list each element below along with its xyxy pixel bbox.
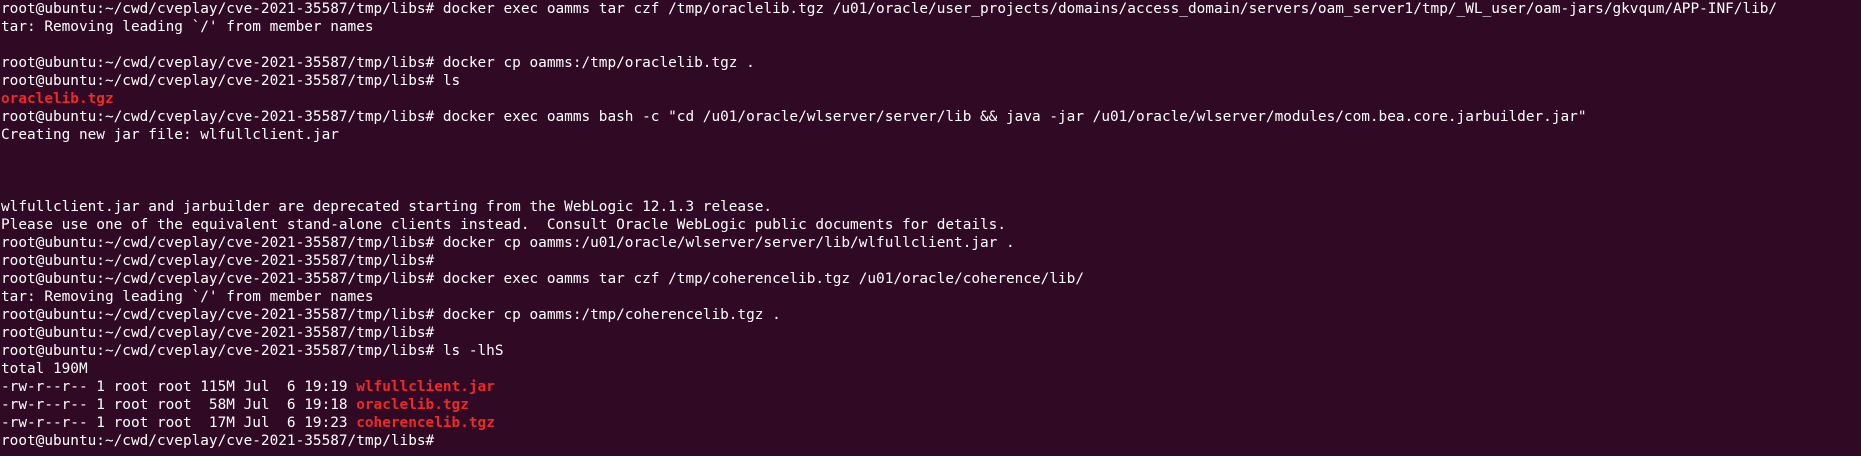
highlighted-filename: coherencelib.tgz: [356, 415, 495, 431]
terminal-text: Creating new jar file: wlfullclient.jar: [1, 127, 339, 143]
terminal-line: -rw-r--r-- 1 root root 58M Jul 6 19:18 o…: [1, 396, 1861, 414]
terminal-text: root@ubuntu:~/cwd/cveplay/cve-2021-35587…: [1, 325, 435, 341]
terminal-line: tar: Removing leading `/' from member na…: [1, 18, 1861, 36]
terminal-line: root@ubuntu:~/cwd/cveplay/cve-2021-35587…: [1, 306, 1861, 324]
terminal-line: root@ubuntu:~/cwd/cveplay/cve-2021-35587…: [1, 324, 1861, 342]
terminal-text: tar: Removing leading `/' from member na…: [1, 19, 374, 35]
terminal-line: -rw-r--r-- 1 root root 115M Jul 6 19:19 …: [1, 378, 1861, 396]
terminal-line: -rw-r--r-- 1 root root 17M Jul 6 19:23 c…: [1, 414, 1861, 432]
terminal-line: Please use one of the equivalent stand-a…: [1, 216, 1861, 234]
terminal-line: root@ubuntu:~/cwd/cveplay/cve-2021-35587…: [1, 54, 1861, 72]
highlighted-filename: wlfullclient.jar: [356, 379, 495, 395]
terminal-text: root@ubuntu:~/cwd/cveplay/cve-2021-35587…: [1, 55, 755, 71]
terminal-text: Please use one of the equivalent stand-a…: [1, 217, 1007, 233]
terminal-line: root@ubuntu:~/cwd/cveplay/cve-2021-35587…: [1, 72, 1861, 90]
terminal-text: root@ubuntu:~/cwd/cveplay/cve-2021-35587…: [1, 253, 435, 269]
terminal-text: root@ubuntu:~/cwd/cveplay/cve-2021-35587…: [1, 1, 1778, 17]
terminal-text: -rw-r--r-- 1 root root 115M Jul 6 19:19: [1, 379, 357, 395]
terminal-text: root@ubuntu:~/cwd/cveplay/cve-2021-35587…: [1, 271, 1084, 287]
terminal-text: root@ubuntu:~/cwd/cveplay/cve-2021-35587…: [1, 109, 1587, 125]
terminal-line: Creating new jar file: wlfullclient.jar: [1, 126, 1861, 144]
terminal-line: root@ubuntu:~/cwd/cveplay/cve-2021-35587…: [1, 270, 1861, 288]
terminal-text: root@ubuntu:~/cwd/cveplay/cve-2021-35587…: [1, 307, 781, 323]
terminal-text: wlfullclient.jar and jarbuilder are depr…: [1, 199, 773, 215]
terminal-line: root@ubuntu:~/cwd/cveplay/cve-2021-35587…: [1, 0, 1861, 18]
terminal-line: oraclelib.tgz: [1, 90, 1861, 108]
terminal-text: total 190M: [1, 361, 88, 377]
terminal-line: root@ubuntu:~/cwd/cveplay/cve-2021-35587…: [1, 108, 1861, 126]
terminal-line: root@ubuntu:~/cwd/cveplay/cve-2021-35587…: [1, 234, 1861, 252]
terminal-line: root@ubuntu:~/cwd/cveplay/cve-2021-35587…: [1, 342, 1861, 360]
highlighted-filename: oraclelib.tgz: [1, 91, 114, 107]
terminal-text: root@ubuntu:~/cwd/cveplay/cve-2021-35587…: [1, 433, 435, 449]
terminal-line: total 190M: [1, 360, 1861, 378]
terminal-text: root@ubuntu:~/cwd/cveplay/cve-2021-35587…: [1, 73, 461, 89]
terminal-line: wlfullclient.jar and jarbuilder are depr…: [1, 198, 1861, 216]
terminal-window[interactable]: root@ubuntu:~/cwd/cveplay/cve-2021-35587…: [0, 0, 1861, 456]
terminal-text: tar: Removing leading `/' from member na…: [1, 289, 374, 305]
highlighted-filename: oraclelib.tgz: [356, 397, 469, 413]
terminal-text: -rw-r--r-- 1 root root 17M Jul 6 19:23: [1, 415, 357, 431]
terminal-text: root@ubuntu:~/cwd/cveplay/cve-2021-35587…: [1, 235, 1015, 251]
terminal-line: tar: Removing leading `/' from member na…: [1, 288, 1861, 306]
terminal-text: -rw-r--r-- 1 root root 58M Jul 6 19:18: [1, 397, 357, 413]
terminal-line: root@ubuntu:~/cwd/cveplay/cve-2021-35587…: [1, 432, 1861, 450]
terminal-line: root@ubuntu:~/cwd/cveplay/cve-2021-35587…: [1, 252, 1861, 270]
terminal-text: root@ubuntu:~/cwd/cveplay/cve-2021-35587…: [1, 343, 504, 359]
